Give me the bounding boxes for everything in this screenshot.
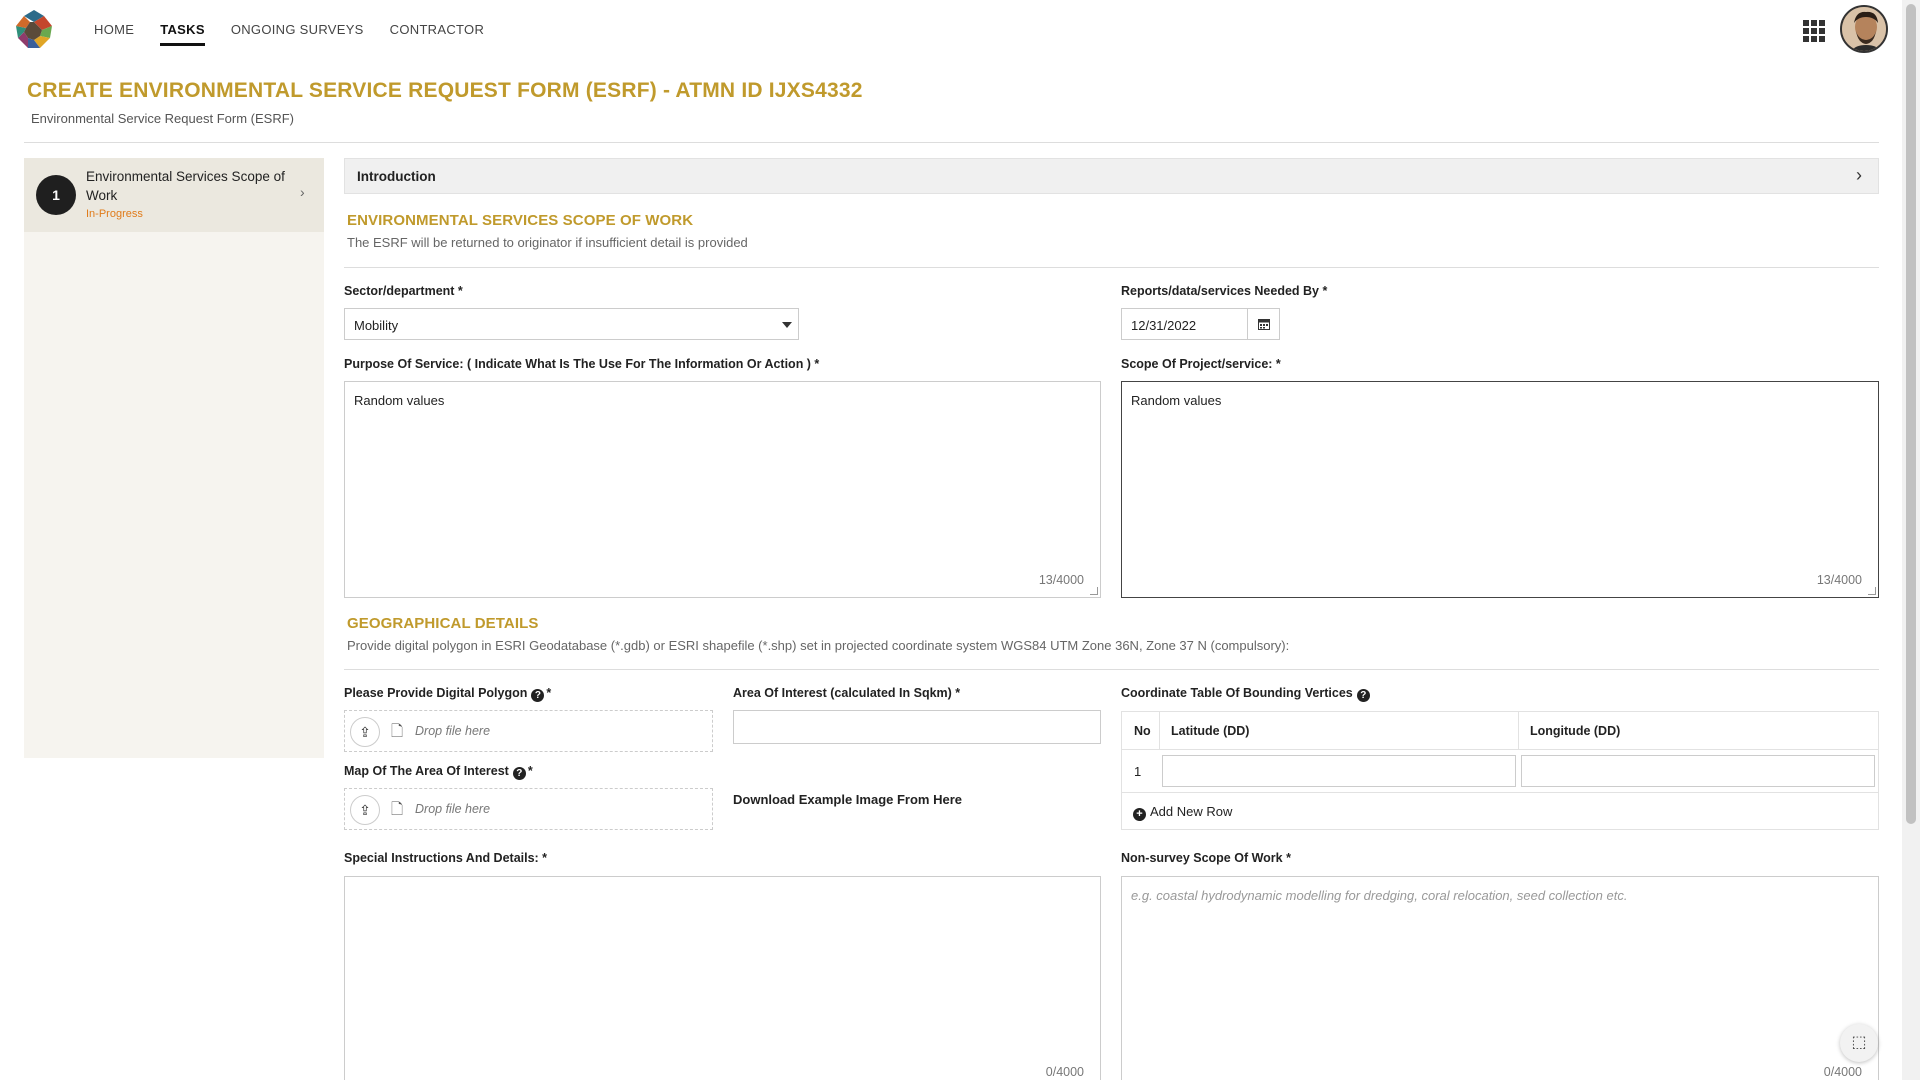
chevron-right-icon: › [1856,165,1862,185]
page-title: CREATE ENVIRONMENTAL SERVICE REQUEST FOR… [27,79,863,102]
app-logo[interactable] [12,8,56,52]
scope-label: Scope Of Project/service: * [1121,357,1281,371]
geo-section-title: GEOGRAPHICAL DETAILS [347,615,539,632]
steps-panel: 1 Environmental Services Scope of Work I… [24,158,324,758]
area-label: Area Of Interest (calculated In Sqkm) * [733,686,961,700]
upload-icon[interactable]: ⇪ [350,795,380,825]
map-dropzone[interactable]: ⇪ 🗋 Drop file here [344,788,713,830]
needed-by-date-input[interactable]: 12/31/2022 [1121,308,1248,340]
area-input[interactable] [733,710,1101,744]
purpose-textarea[interactable]: Random values 13/4000 [344,381,1101,598]
geo-divider [344,669,1879,670]
sector-select[interactable]: Mobility [344,308,799,340]
step-status: In-Progress [86,208,143,220]
file-icon: 🗋 [391,801,404,818]
user-avatar[interactable] [1840,5,1888,53]
purpose-text: Random values [354,393,445,408]
introduction-accordion[interactable]: Introduction › [344,158,1879,194]
polygon-label-text: Please Provide Digital Polygon [344,686,528,700]
scope-section-subtitle: The ESRF will be returned to originator … [347,235,748,250]
calendar-icon [1258,319,1270,330]
map-required-mark: * [527,764,533,778]
sector-select-value: Mobility [354,318,399,333]
special-instructions-char-count: 0/4000 [1045,1065,1084,1079]
step-number: 1 [36,175,76,215]
geo-section-subtitle: Provide digital polygon in ESRI Geodatab… [347,638,1290,653]
title-divider [24,142,1879,143]
map-label: Map Of The Area Of Interest? * [344,764,533,780]
map-drop-text: Drop file here [415,802,491,816]
nav-ongoing-surveys[interactable]: ONGOING SURVEYS [231,0,364,46]
polygon-drop-text: Drop file here [415,724,491,738]
help-icon[interactable]: ? [512,767,526,780]
column-header-latitude: Latitude (DD) [1171,724,1250,738]
longitude-input[interactable] [1521,755,1875,787]
caret-down-icon [782,322,792,328]
step-title: Environmental Services Scope of Work [86,169,285,203]
chevron-right-icon: › [300,184,305,200]
polygon-required-mark: * [546,686,552,700]
resize-handle-icon[interactable] [1090,587,1098,595]
table-row: 1 [1122,750,1878,793]
apps-grid-icon[interactable] [1803,20,1825,42]
table-header: No Latitude (DD) Longitude (DD) [1122,712,1878,750]
polygon-label: Please Provide Digital Polygon? * [344,686,551,702]
plus-circle-icon: + [1133,808,1146,821]
sector-label: Sector/department * [344,284,463,298]
add-new-row-button[interactable]: + Add New Row [1133,804,1232,821]
column-header-longitude: Longitude (DD) [1530,724,1621,738]
purpose-char-count: 13/4000 [1038,573,1084,587]
coord-table-label-text: Coordinate Table Of Bounding Vertices [1121,686,1353,700]
non-survey-label: Non-survey Scope Of Work * [1121,851,1291,865]
coordinate-table: No Latitude (DD) Longitude (DD) 1 + Add N… [1121,711,1879,830]
page-subtitle: Environmental Service Request Form (ESRF… [31,111,294,126]
scope-divider [344,267,1879,268]
special-instructions-label: Special Instructions And Details: * [344,851,548,865]
column-separator [1159,712,1160,750]
nav-contractor[interactable]: CONTRACTOR [390,0,484,46]
calendar-button[interactable] [1247,308,1280,340]
latitude-input[interactable] [1162,755,1516,787]
scrollbar-thumb[interactable] [1906,4,1916,824]
polygon-dropzone[interactable]: ⇪ 🗋 Drop file here [344,710,713,752]
row-number: 1 [1134,764,1142,779]
needed-by-label: Reports/data/services Needed By * [1121,284,1328,298]
add-new-row-label: Add New Row [1150,804,1233,819]
selection-tool-icon[interactable]: ⬚ [1840,1024,1878,1062]
non-survey-placeholder: e.g. coastal hydrodynamic modelling for … [1131,888,1628,903]
resize-handle-icon[interactable] [1868,587,1876,595]
nav-tasks[interactable]: TASKS [160,0,205,46]
introduction-label: Introduction [357,169,436,184]
column-header-no: No [1134,724,1151,738]
help-icon[interactable]: ? [1356,689,1370,702]
main-nav: HOME TASKS ONGOING SURVEYS CONTRACTOR [94,0,510,56]
column-separator [1518,712,1519,750]
non-survey-textarea[interactable]: e.g. coastal hydrodynamic modelling for … [1121,876,1879,1080]
download-example-link[interactable]: Download Example Image From Here [733,792,962,807]
non-survey-char-count: 0/4000 [1823,1065,1862,1079]
needed-by-date-value: 12/31/2022 [1131,318,1197,333]
coord-table-label: Coordinate Table Of Bounding Vertices? [1121,686,1372,702]
map-label-text: Map Of The Area Of Interest [344,764,509,778]
special-instructions-textarea[interactable]: 0/4000 [344,876,1101,1080]
page-scrollbar[interactable] [1902,0,1920,1080]
scope-section-title: ENVIRONMENTAL SERVICES SCOPE OF WORK [347,212,694,229]
scope-textarea[interactable]: Random values 13/4000 [1121,381,1879,598]
scope-char-count: 13/4000 [1816,573,1862,587]
step-item-scope-of-work[interactable]: 1 Environmental Services Scope of Work I… [24,158,324,232]
scope-text: Random values [1131,393,1222,408]
top-navbar: HOME TASKS ONGOING SURVEYS CONTRACTOR [0,0,1902,60]
file-icon: 🗋 [391,723,404,740]
help-icon[interactable]: ? [531,689,545,702]
upload-icon[interactable]: ⇪ [350,717,380,747]
purpose-label: Purpose Of Service: ( Indicate What Is T… [344,357,820,371]
nav-home[interactable]: HOME [94,0,134,46]
